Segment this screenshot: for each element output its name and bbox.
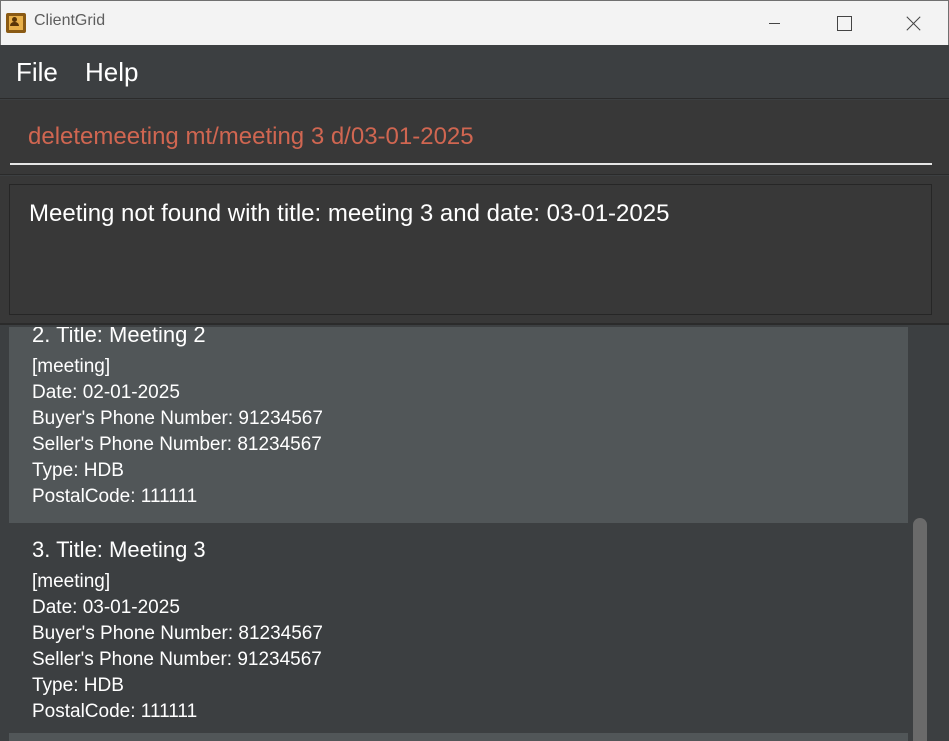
meeting-tag: [meeting] [32,356,111,377]
menu-bar: File Help [0,45,949,99]
meeting-title: 2. Title: Meeting 2 [32,327,206,347]
list-item[interactable]: 2. Title: Meeting 2 [meeting] Date: 02-0… [9,327,908,523]
result-display: Meeting not found with title: meeting 3 … [0,176,949,325]
menu-help[interactable]: Help [85,57,138,88]
scrollbar-thumb[interactable] [913,518,927,741]
maximize-button[interactable] [820,1,866,45]
meeting-date: Date: 03-01-2025 [32,597,180,618]
list-item[interactable] [9,733,908,741]
meeting-buyer-phone: Buyer's Phone Number: 81234567 [32,623,323,644]
meeting-date: Date: 02-01-2025 [32,382,180,403]
list-item[interactable]: 3. Title: Meeting 3 [meeting] Date: 03-0… [9,523,908,733]
title-bar: ClientGrid [0,0,949,45]
window-title: ClientGrid [34,12,106,29]
meeting-list: 2. Title: Meeting 2 [meeting] Date: 02-0… [0,327,949,741]
meeting-tag: [meeting] [32,571,111,592]
meeting-type: Type: HDB [32,460,124,481]
meeting-postal-code: PostalCode: 111111 [32,701,198,722]
menu-file[interactable]: File [16,57,58,88]
command-box [0,100,949,175]
meeting-type: Type: HDB [32,675,124,696]
meeting-buyer-phone: Buyer's Phone Number: 91234567 [32,408,323,429]
close-button[interactable] [890,1,936,45]
minimize-button[interactable] [751,1,797,45]
meeting-postal-code: PostalCode: 111111 [32,486,198,507]
meeting-seller-phone: Seller's Phone Number: 91234567 [32,649,322,670]
command-input[interactable] [10,110,932,165]
result-message: Meeting not found with title: meeting 3 … [29,200,670,227]
meeting-title: 3. Title: Meeting 3 [32,537,206,562]
address-book-icon [6,13,26,33]
meeting-seller-phone: Seller's Phone Number: 81234567 [32,434,322,455]
result-box: Meeting not found with title: meeting 3 … [9,184,932,315]
